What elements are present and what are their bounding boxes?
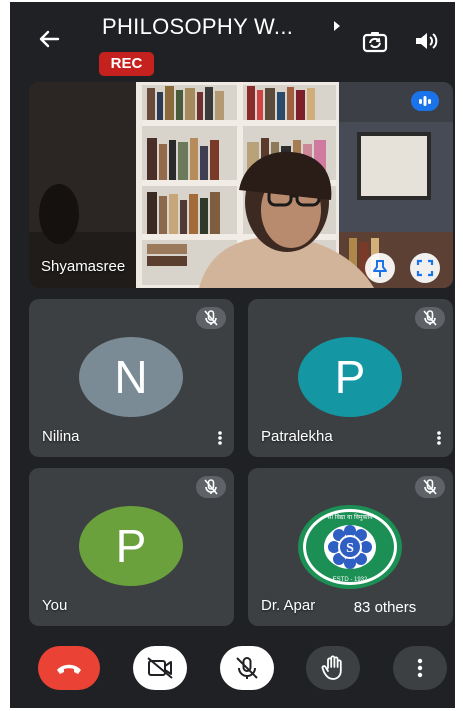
mic-off-icon — [423, 310, 437, 326]
participant-name: Nilina — [42, 428, 80, 445]
mic-off-badge — [415, 476, 445, 498]
mic-off-icon — [236, 657, 258, 679]
meeting-title[interactable]: PHILOSOPHY W... — [102, 14, 330, 40]
recording-badge: REC — [99, 52, 154, 76]
avatar: P — [79, 506, 183, 586]
audio-activity-indicator — [411, 91, 439, 111]
raise-hand-icon — [321, 655, 342, 680]
participant-tile-nilina[interactable]: N Nilina — [29, 299, 234, 457]
main-tile-name: Shyamasree — [41, 258, 126, 275]
audio-level-icon — [419, 96, 431, 106]
avatar: N — [79, 337, 183, 417]
avatar: P — [298, 337, 402, 417]
mic-off-icon — [204, 479, 218, 495]
mic-off-badge — [415, 307, 445, 329]
others-count-pill[interactable]: 83 others — [331, 595, 439, 621]
phone-hangup-icon — [57, 664, 81, 674]
pin-icon — [373, 260, 387, 277]
end-call-button[interactable] — [38, 646, 100, 690]
camera-toggle-button[interactable] — [133, 646, 187, 690]
college-logo: S सा विद्या या विमुक्तये ESTD - 1932 — [298, 505, 402, 589]
switch-camera-icon[interactable] — [362, 30, 388, 54]
main-speaker-tile[interactable]: Shyamasree — [29, 82, 453, 288]
top-bar: PHILOSOPHY W... REC — [10, 2, 455, 82]
fullscreen-button[interactable] — [410, 253, 440, 283]
pin-button[interactable] — [365, 253, 395, 283]
mic-off-icon — [423, 479, 437, 495]
meet-call-screen: PHILOSOPHY W... REC Shyamasree N Nilina … — [10, 2, 455, 708]
mic-off-icon — [204, 310, 218, 326]
participant-name: Dr. Apar — [261, 597, 316, 614]
logo-motto: सा विद्या या विमुक्तये — [327, 513, 373, 521]
caret-right-icon[interactable] — [332, 20, 342, 32]
mic-off-badge — [196, 476, 226, 498]
logo-letter: S — [346, 541, 354, 556]
mic-off-badge — [196, 307, 226, 329]
more-vert-icon[interactable] — [437, 431, 441, 445]
participant-tile-patralekha[interactable]: P Patralekha — [248, 299, 453, 457]
more-vert-icon[interactable] — [218, 431, 222, 445]
participant-name: Patralekha — [261, 428, 333, 445]
camera-off-icon — [147, 657, 173, 679]
fullscreen-icon — [416, 259, 434, 277]
back-arrow-icon[interactable] — [38, 28, 60, 50]
participant-name: You — [42, 597, 68, 614]
more-options-button[interactable] — [393, 646, 447, 690]
speaker-icon[interactable] — [414, 30, 438, 52]
raise-hand-button[interactable] — [306, 646, 360, 690]
participant-tile-you[interactable]: P You — [29, 468, 234, 626]
more-vert-icon — [417, 658, 423, 678]
mic-toggle-button[interactable] — [220, 646, 274, 690]
logo-estd: ESTD - 1932 — [333, 577, 368, 583]
